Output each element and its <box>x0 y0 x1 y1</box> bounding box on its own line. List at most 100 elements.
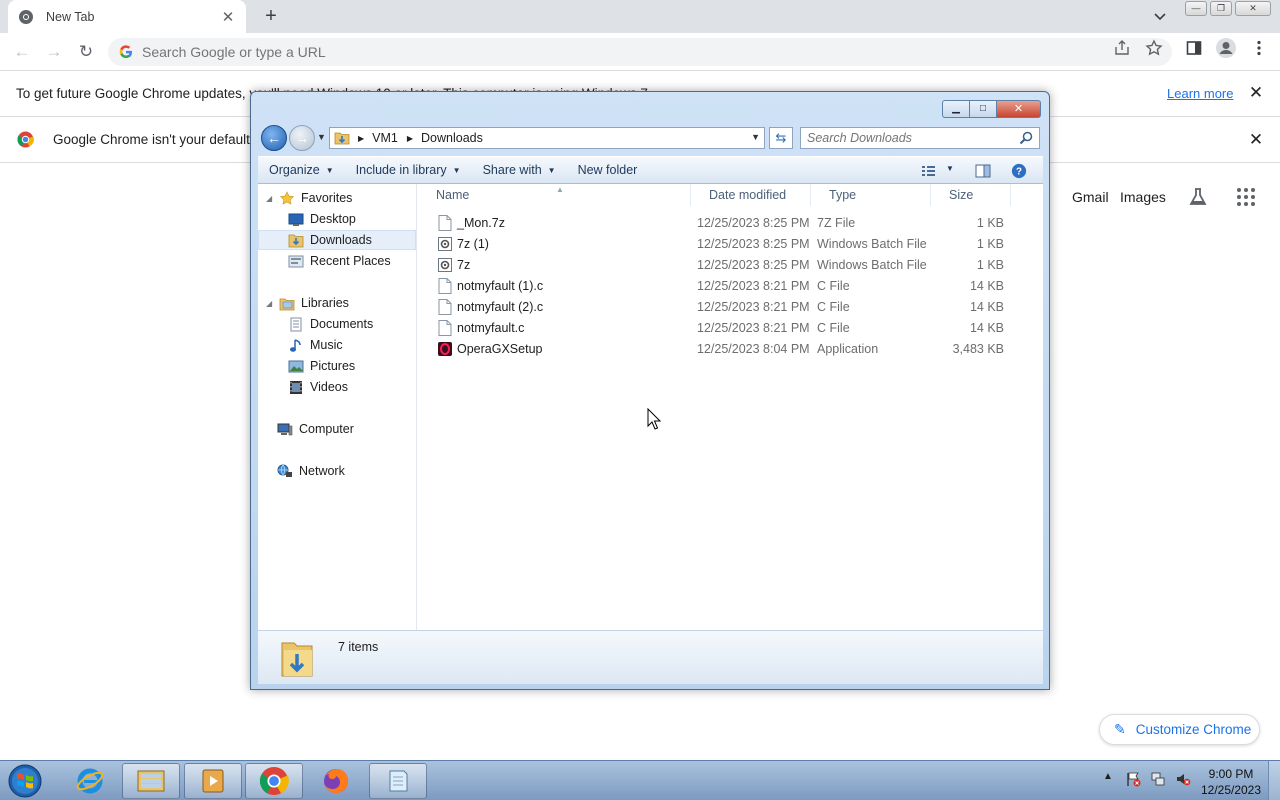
network-status-icon[interactable] <box>1150 771 1166 787</box>
breadcrumb-vm1[interactable]: VM1 <box>372 131 398 145</box>
new-tab-button[interactable]: + <box>260 5 282 27</box>
taskbar-windows-explorer[interactable] <box>122 763 180 799</box>
recent-pages-dropdown[interactable]: ▼ <box>317 132 326 142</box>
file-type: 7Z File <box>817 216 856 230</box>
file-row[interactable]: notmyfault (2).c 12/25/2023 8:21 PM C File… <box>436 297 1026 318</box>
learn-more-link[interactable]: Learn more <box>1167 86 1233 101</box>
chevron-down-icon[interactable] <box>1152 8 1168 24</box>
show-hidden-icons-button[interactable]: ▲ <box>1100 771 1116 787</box>
star-icon <box>279 190 295 205</box>
taskbar-firefox[interactable] <box>307 763 365 799</box>
file-name: 7z (1) <box>457 237 489 251</box>
taskbar-google-chrome[interactable] <box>245 763 303 799</box>
close-icon[interactable]: ✕ <box>1248 83 1264 102</box>
profile-avatar-icon[interactable] <box>1215 37 1237 59</box>
file-row[interactable]: notmyfault (1).c 12/25/2023 8:21 PM C File… <box>436 276 1026 297</box>
gmail-link[interactable]: Gmail <box>1072 189 1109 205</box>
nav-videos[interactable]: Videos <box>258 377 416 397</box>
change-view-icon[interactable] <box>920 163 938 179</box>
nav-downloads[interactable]: Downloads <box>258 230 416 250</box>
explorer-minimize-button[interactable]: ▁ <box>942 100 969 118</box>
column-header-name[interactable]: Name ▲ <box>418 184 691 206</box>
explorer-close-button[interactable]: ✕ <box>996 100 1041 118</box>
images-link[interactable]: Images <box>1120 189 1166 205</box>
taskbar-clock[interactable]: 9:00 PM 12/25/2023 <box>1196 766 1266 798</box>
view-options-dropdown-icon[interactable]: ▼ <box>946 164 954 173</box>
nav-libraries[interactable]: ◢ Libraries <box>258 293 416 313</box>
batch-file-icon <box>438 237 452 251</box>
address-dropdown-icon[interactable]: ▼ <box>751 132 760 142</box>
file-date-modified: 12/25/2023 8:21 PM <box>697 300 810 314</box>
include-in-library-button[interactable]: Include in library ▼ <box>344 163 471 177</box>
windows-explorer-icon <box>137 770 165 792</box>
nav-documents[interactable]: Documents <box>258 314 416 334</box>
volume-muted-icon[interactable] <box>1175 771 1191 787</box>
chrome-logo-icon <box>259 766 289 796</box>
forward-arrow-icon[interactable]: → <box>43 41 65 63</box>
share-with-button[interactable]: Share with ▼ <box>471 163 566 177</box>
organize-button[interactable]: Organize ▼ <box>258 163 344 177</box>
taskbar-notepad[interactable] <box>369 763 427 799</box>
omnibox-input[interactable] <box>142 44 1042 60</box>
explorer-back-button[interactable]: ← <box>261 125 287 151</box>
sort-ascending-icon: ▲ <box>556 185 564 194</box>
file-row[interactable]: 7z (1) 12/25/2023 8:25 PM Windows Batch Fi… <box>436 234 1026 255</box>
search-input[interactable] <box>807 131 1017 145</box>
omnibox[interactable] <box>108 38 1172 66</box>
explorer-nav-row: ← → ▼ ▶ VM1 ▶ Downloads ▼ ⇆ <box>259 125 1043 153</box>
nav-music-label: Music <box>310 338 343 352</box>
new-folder-button[interactable]: New folder <box>566 163 648 177</box>
action-center-flag-icon[interactable] <box>1125 771 1141 787</box>
nav-pictures-label: Pictures <box>310 359 356 373</box>
refresh-button[interactable]: ⇆ <box>769 127 793 149</box>
collapse-icon[interactable]: ◢ <box>266 194 276 203</box>
close-window-button[interactable]: ✕ <box>1235 1 1271 16</box>
chevron-down-icon: ▼ <box>325 165 334 175</box>
customize-chrome-button[interactable]: ✎ Customize Chrome <box>1099 714 1260 745</box>
reload-icon[interactable]: ↻ <box>75 41 97 63</box>
tab-new-tab[interactable]: New Tab ✕ <box>8 0 246 33</box>
nav-recent-places[interactable]: Recent Places <box>258 251 416 271</box>
nav-desktop[interactable]: Desktop <box>258 209 416 229</box>
restore-button[interactable]: ❐ <box>1210 1 1232 16</box>
column-header-size[interactable]: Size <box>931 184 1011 206</box>
explorer-maximize-button[interactable]: □ <box>969 100 996 118</box>
file-size: 14 KB <box>969 279 1004 293</box>
file-row[interactable]: _Mon.7z 12/25/2023 8:25 PM 7Z File 1 KB <box>436 213 1026 234</box>
back-arrow-icon[interactable]: ← <box>11 41 33 63</box>
file-row[interactable]: OperaGXSetup 12/25/2023 8:04 PM Applicatio… <box>436 339 1026 360</box>
bookmark-star-icon[interactable] <box>1145 39 1163 57</box>
file-row[interactable]: 7z 12/25/2023 8:25 PM Windows Batch File 1 … <box>436 255 1026 276</box>
side-panel-icon[interactable] <box>1185 39 1203 57</box>
videos-icon <box>290 380 302 394</box>
column-header-date[interactable]: Date modified <box>691 184 811 206</box>
preview-pane-icon[interactable] <box>974 163 992 179</box>
start-button[interactable] <box>5 763 45 799</box>
file-date-modified: 12/25/2023 8:25 PM <box>697 237 810 251</box>
collapse-icon[interactable]: ◢ <box>266 299 276 308</box>
nav-pictures[interactable]: Pictures <box>258 356 416 376</box>
nav-favorites[interactable]: ◢ Favorites <box>258 188 416 208</box>
breadcrumb-downloads[interactable]: Downloads <box>421 131 483 145</box>
nav-computer[interactable]: Computer <box>258 419 416 439</box>
tab-close-icon[interactable]: ✕ <box>220 8 236 26</box>
explorer-forward-button[interactable]: → <box>289 125 315 151</box>
labs-flask-icon[interactable] <box>1187 186 1209 208</box>
minimize-button[interactable]: — <box>1185 1 1207 16</box>
chevron-down-icon: ▼ <box>547 165 556 175</box>
apps-grid-icon[interactable] <box>1236 187 1256 207</box>
search-box[interactable] <box>800 127 1040 149</box>
column-header-type[interactable]: Type <box>811 184 931 206</box>
taskbar-internet-explorer[interactable] <box>61 763 119 799</box>
address-bar[interactable]: ▶ VM1 ▶ Downloads ▼ <box>329 127 765 149</box>
share-icon[interactable] <box>1113 39 1131 57</box>
file-row[interactable]: notmyfault.c 12/25/2023 8:21 PM C File 14 K… <box>436 318 1026 339</box>
search-icon[interactable] <box>1019 131 1033 145</box>
close-icon[interactable]: ✕ <box>1248 130 1264 149</box>
help-icon[interactable]: ? <box>1010 163 1028 179</box>
taskbar-media-player[interactable] <box>184 763 242 799</box>
menu-kebab-icon[interactable] <box>1250 39 1268 57</box>
show-desktop-button[interactable] <box>1268 761 1280 800</box>
nav-music[interactable]: Music <box>258 335 416 355</box>
nav-network[interactable]: Network <box>258 461 416 481</box>
